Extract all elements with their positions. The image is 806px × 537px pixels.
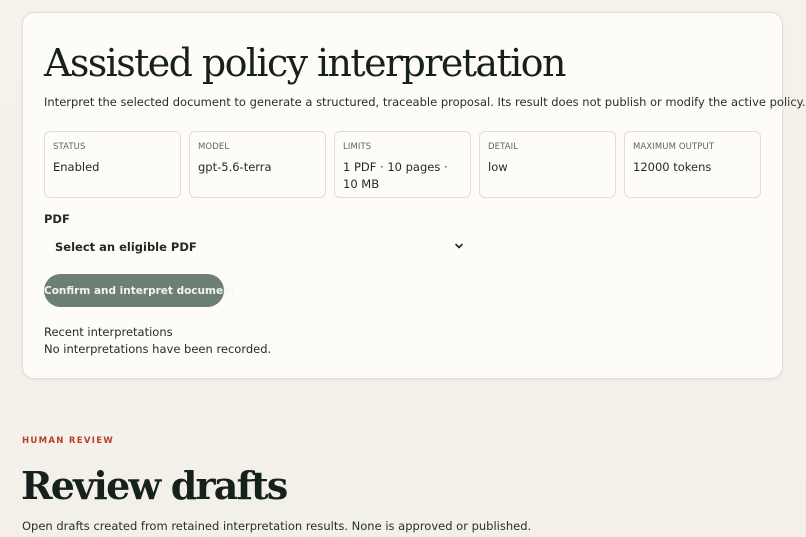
stat-model: MODEL gpt-5.6-terra: [189, 131, 326, 198]
stat-label: LIMITS: [343, 142, 372, 152]
stat-value: low: [488, 160, 508, 174]
confirm-interpret-button[interactable]: Confirm and interpret document: [44, 274, 236, 307]
stat-value: 1 PDF · 10 pages · 10 MB: [343, 160, 448, 191]
section-eyebrow: HUMAN REVIEW: [22, 436, 115, 446]
stat-value: 12000 tokens: [633, 160, 712, 174]
stat-label: DETAIL: [488, 142, 519, 152]
pdf-select-value: Select an eligible PDF: [55, 240, 197, 254]
recent-interpretations-title: Recent interpretations: [44, 325, 173, 339]
pdf-field-label: PDF: [44, 212, 70, 226]
section-title: Review drafts: [21, 463, 288, 508]
section-description: Open drafts created from retained interp…: [22, 519, 532, 533]
stat-limits: LIMITS 1 PDF · 10 pages · 10 MB: [334, 131, 471, 198]
stat-max-output: MAXIMUM OUTPUT 12000 tokens: [624, 131, 761, 198]
recent-interpretations-empty: No interpretations have been recorded.: [44, 342, 272, 356]
chevron-down-icon: [455, 243, 463, 249]
stat-label: MODEL: [198, 142, 230, 152]
stat-value: gpt-5.6-terra: [198, 160, 272, 174]
pdf-select[interactable]: Select an eligible PDF: [44, 236, 468, 258]
stat-value: Enabled: [53, 160, 100, 174]
stat-detail: DETAIL low: [479, 131, 616, 198]
page-title: Assisted policy interpretation: [44, 41, 566, 85]
interpretation-card: Assisted policy interpretation Interpret…: [22, 12, 805, 379]
page-description: Interpret the selected document to gener…: [44, 95, 806, 109]
stat-label: MAXIMUM OUTPUT: [633, 142, 715, 152]
stat-status: STATUS Enabled: [44, 131, 181, 198]
stat-label: STATUS: [53, 142, 86, 152]
